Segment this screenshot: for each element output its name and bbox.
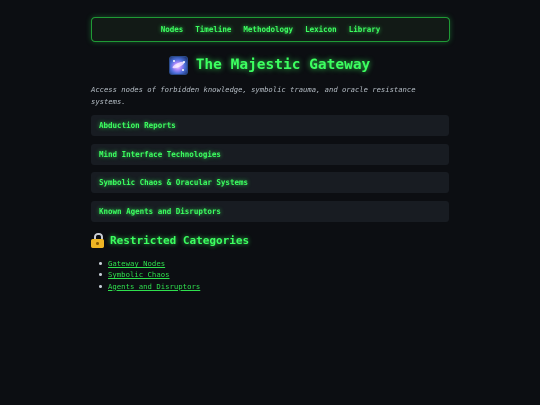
list-item: Symbolic Chaos <box>99 269 200 280</box>
list-item: Gateway Nodes <box>99 258 200 269</box>
link-agents-disruptors[interactable]: Agents and Disruptors <box>108 282 200 291</box>
page-header: The Majestic Gateway <box>91 53 448 77</box>
nav-link-lexicon[interactable]: Lexicon <box>305 25 337 34</box>
section-list: Abduction Reports Mind Interface Technol… <box>91 115 449 229</box>
restricted-heading: Restricted Categories <box>110 234 250 247</box>
page: Nodes Timeline Methodology Lexicon Libra… <box>0 0 540 405</box>
section-mind-interface-technologies[interactable]: Mind Interface Technologies <box>91 143 449 165</box>
bullet-icon <box>99 273 102 277</box>
top-nav: Nodes Timeline Methodology Lexicon Libra… <box>91 17 450 42</box>
section-known-agents-disruptors[interactable]: Known Agents and Disruptors <box>91 200 449 222</box>
bullet-icon <box>99 262 102 266</box>
page-title: The Majestic Gateway <box>195 57 371 73</box>
nav-link-library[interactable]: Library <box>349 25 381 34</box>
list-item: Agents and Disruptors <box>99 281 200 292</box>
bullet-icon <box>99 284 102 288</box>
restricted-list: Gateway Nodes Symbolic Chaos Agents and … <box>99 258 200 292</box>
section-symbolic-chaos-oracular-systems[interactable]: Symbolic Chaos & Oracular Systems <box>91 172 449 193</box>
nav-link-timeline[interactable]: Timeline <box>195 25 231 34</box>
nav-link-nodes[interactable]: Nodes <box>161 25 184 34</box>
nav-link-methodology[interactable]: Methodology <box>243 25 293 34</box>
link-symbolic-chaos[interactable]: Symbolic Chaos <box>108 270 170 279</box>
section-abduction-reports[interactable]: Abduction Reports <box>91 115 449 136</box>
galaxy-icon <box>168 55 188 75</box>
restricted-header: Restricted Categories <box>91 232 249 249</box>
lock-icon <box>91 233 104 248</box>
link-gateway-nodes[interactable]: Gateway Nodes <box>108 259 165 268</box>
intro-text: Access nodes of forbidden knowledge, sym… <box>91 85 416 106</box>
